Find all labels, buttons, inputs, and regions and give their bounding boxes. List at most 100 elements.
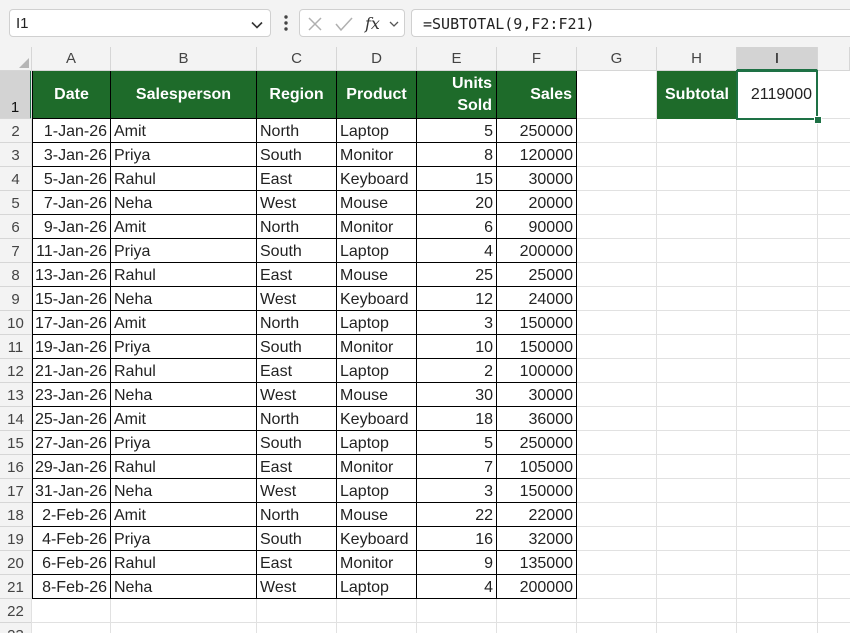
table-cell[interactable]: Rahul	[111, 551, 257, 575]
column-header-i[interactable]: I	[737, 47, 818, 71]
table-cell[interactable]: 5-Jan-26	[32, 167, 111, 191]
table-cell[interactable]: Monitor	[337, 551, 417, 575]
table-cell[interactable]: Priya	[111, 143, 257, 167]
table-cell[interactable]: 8-Feb-26	[32, 575, 111, 599]
table-cell[interactable]: Mouse	[337, 383, 417, 407]
table-cell[interactable]: 16	[417, 527, 497, 551]
table-cell[interactable]: Amit	[111, 215, 257, 239]
select-all-corner[interactable]	[0, 47, 32, 71]
table-cell[interactable]: West	[257, 575, 337, 599]
row-header-4[interactable]: 4	[0, 167, 32, 191]
table-cell[interactable]: 22	[417, 503, 497, 527]
table-cell[interactable]: Neha	[111, 287, 257, 311]
worksheet-grid[interactable]: ABCDEFGHI 1 2 3 4 5 6 7 8 9 10 11 12 13 14 15 16 17 18 19 2…	[0, 47, 850, 633]
table-cell[interactable]: 120000	[497, 143, 577, 167]
table-cell[interactable]: Neha	[111, 575, 257, 599]
table-cell[interactable]: 24000	[497, 287, 577, 311]
table-cell[interactable]: 25	[417, 263, 497, 287]
column-header-c[interactable]: C	[257, 47, 337, 71]
table-cell[interactable]: East	[257, 167, 337, 191]
table-cell[interactable]: Mouse	[337, 191, 417, 215]
subtotal-label[interactable]: Subtotal	[657, 71, 737, 119]
table-cell[interactable]: East	[257, 551, 337, 575]
table-cell[interactable]: 9-Jan-26	[32, 215, 111, 239]
column-header-f[interactable]: F	[497, 47, 577, 71]
table-cell[interactable]: 23-Jan-26	[32, 383, 111, 407]
row-header-9[interactable]: 9	[0, 287, 32, 311]
fx-icon[interactable]: fx	[364, 15, 386, 33]
fill-handle[interactable]	[814, 116, 822, 124]
table-cell[interactable]: 30000	[497, 167, 577, 191]
table-cell[interactable]: Monitor	[337, 143, 417, 167]
table-cell[interactable]: 19-Jan-26	[32, 335, 111, 359]
table-cell[interactable]: Amit	[111, 503, 257, 527]
row-header-17[interactable]: 17	[0, 479, 32, 503]
table-cell[interactable]: North	[257, 311, 337, 335]
row-header-7[interactable]: 7	[0, 239, 32, 263]
table-cell[interactable]: 15	[417, 167, 497, 191]
row-header-19[interactable]: 19	[0, 527, 32, 551]
table-cell[interactable]: East	[257, 359, 337, 383]
table-cell[interactable]: West	[257, 287, 337, 311]
table-header-cell[interactable]: Sales	[497, 71, 577, 119]
table-cell[interactable]: 11-Jan-26	[32, 239, 111, 263]
column-header-a[interactable]: A	[32, 47, 111, 71]
chevron-down-icon[interactable]	[388, 18, 400, 30]
table-header-cell[interactable]: Salesperson	[111, 71, 257, 119]
table-cell[interactable]: 135000	[497, 551, 577, 575]
table-cell[interactable]: Neha	[111, 479, 257, 503]
table-cell[interactable]: 200000	[497, 239, 577, 263]
row-header-21[interactable]: 21	[0, 575, 32, 599]
column-header-h[interactable]: H	[657, 47, 737, 71]
table-cell[interactable]: 30	[417, 383, 497, 407]
table-cell[interactable]: 27-Jan-26	[32, 431, 111, 455]
table-cell[interactable]: Keyboard	[337, 287, 417, 311]
table-cell[interactable]: 7-Jan-26	[32, 191, 111, 215]
table-cell[interactable]: 90000	[497, 215, 577, 239]
column-header-g[interactable]: G	[577, 47, 657, 71]
table-cell[interactable]: 150000	[497, 335, 577, 359]
table-cell[interactable]: East	[257, 455, 337, 479]
table-cell[interactable]: 1-Jan-26	[32, 119, 111, 143]
row-header-6[interactable]: 6	[0, 215, 32, 239]
table-cell[interactable]: South	[257, 335, 337, 359]
table-cell[interactable]: Laptop	[337, 575, 417, 599]
table-header-cell[interactable]: Product	[337, 71, 417, 119]
table-cell[interactable]: North	[257, 503, 337, 527]
table-cell[interactable]: Mouse	[337, 503, 417, 527]
table-header-cell[interactable]: Date	[32, 71, 111, 119]
row-header-15[interactable]: 15	[0, 431, 32, 455]
more-vert-icon[interactable]	[281, 12, 291, 34]
table-cell[interactable]: North	[257, 119, 337, 143]
table-cell[interactable]: 13-Jan-26	[32, 263, 111, 287]
table-cell[interactable]: 20000	[497, 191, 577, 215]
table-cell[interactable]: Rahul	[111, 167, 257, 191]
table-cell[interactable]: 8	[417, 143, 497, 167]
table-cell[interactable]: South	[257, 431, 337, 455]
table-cell[interactable]: 29-Jan-26	[32, 455, 111, 479]
name-box[interactable]: I1	[9, 9, 271, 37]
table-cell[interactable]: 10	[417, 335, 497, 359]
table-cell[interactable]: 250000	[497, 119, 577, 143]
table-cell[interactable]: 150000	[497, 311, 577, 335]
enter-icon[interactable]	[334, 15, 354, 33]
table-cell[interactable]: Monitor	[337, 215, 417, 239]
table-cell[interactable]: 12	[417, 287, 497, 311]
row-header-22[interactable]: 22	[0, 599, 32, 623]
table-cell[interactable]: 9	[417, 551, 497, 575]
table-cell[interactable]: 4	[417, 575, 497, 599]
row-header-11[interactable]: 11	[0, 335, 32, 359]
table-cell[interactable]: Priya	[111, 431, 257, 455]
row-header-3[interactable]: 3	[0, 143, 32, 167]
table-cell[interactable]: 25000	[497, 263, 577, 287]
subtotal-value-cell[interactable]: 2119000	[736, 70, 818, 120]
row-header-12[interactable]: 12	[0, 359, 32, 383]
table-cell[interactable]: Laptop	[337, 119, 417, 143]
table-cell[interactable]: 4-Feb-26	[32, 527, 111, 551]
table-cell[interactable]: South	[257, 527, 337, 551]
table-cell[interactable]: South	[257, 239, 337, 263]
column-header-b[interactable]: B	[111, 47, 257, 71]
table-cell[interactable]: Priya	[111, 527, 257, 551]
row-header-23[interactable]: 23	[0, 623, 32, 633]
table-cell[interactable]: 3-Jan-26	[32, 143, 111, 167]
